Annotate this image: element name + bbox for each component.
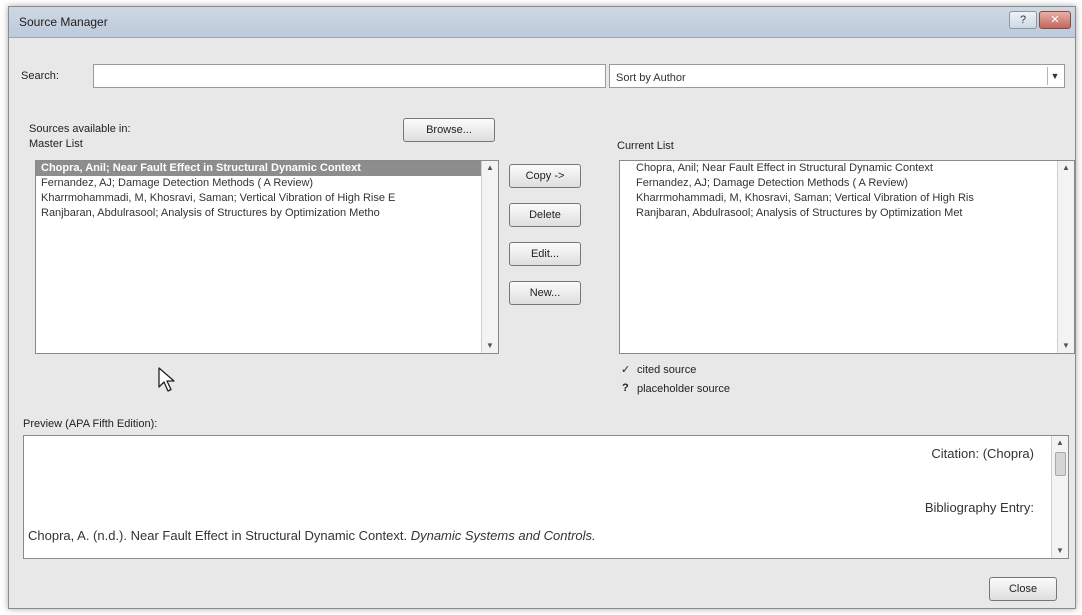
browse-button[interactable]: Browse...	[403, 118, 495, 142]
scroll-up-icon[interactable]: ▲	[482, 161, 498, 175]
citation-text: Citation: (Chopra)	[931, 446, 1034, 461]
scroll-up-icon[interactable]: ▲	[1058, 161, 1074, 175]
list-item[interactable]: Ranjbaran, Abdulrasool; Analysis of Stru…	[36, 206, 498, 221]
help-button[interactable]: ?	[1009, 11, 1037, 29]
sort-selected-value: Sort by Author	[616, 72, 686, 84]
source-manager-dialog: Source Manager ? ✕ Search: Sort by Autho…	[8, 6, 1076, 609]
new-button[interactable]: New...	[509, 281, 581, 305]
copy-button[interactable]: Copy ->	[509, 164, 581, 188]
dialog-title: Source Manager	[19, 15, 108, 29]
current-list[interactable]: Chopra, Anil; Near Fault Effect in Struc…	[619, 160, 1075, 354]
bibliography-entry-italic: Dynamic Systems and Controls.	[410, 528, 596, 543]
search-label: Search:	[21, 70, 59, 82]
list-item[interactable]: Kharrmohammadi, M, Khosravi, Saman; Vert…	[620, 191, 1074, 206]
search-field[interactable]	[93, 64, 606, 88]
bibliography-entry: Chopra, A. (n.d.). Near Fault Effect in …	[28, 528, 596, 543]
checkmark-icon: ✓	[621, 364, 631, 376]
bibliography-entry-text: Chopra, A. (n.d.). Near Fault Effect in …	[28, 528, 411, 543]
current-list-scrollbar[interactable]: ▲ ▼	[1057, 161, 1074, 353]
preview-label: Preview (APA Fifth Edition):	[23, 418, 158, 430]
chevron-down-icon[interactable]: ▼	[1047, 67, 1062, 85]
delete-button[interactable]: Delete	[509, 203, 581, 227]
sort-select[interactable]: Sort by Author ▼	[609, 64, 1065, 88]
edit-button[interactable]: Edit...	[509, 242, 581, 266]
mouse-pointer-icon	[158, 367, 175, 392]
scroll-down-icon[interactable]: ▼	[482, 339, 498, 353]
cited-source-legend: cited source	[637, 364, 697, 376]
master-list-label: Master List	[29, 138, 83, 150]
close-button[interactable]: Close	[989, 577, 1057, 601]
title-bar: Source Manager ? ✕	[9, 7, 1075, 38]
window-close-button[interactable]: ✕	[1039, 11, 1071, 29]
placeholder-source-legend: placeholder source	[637, 383, 730, 395]
master-list-scrollbar[interactable]: ▲ ▼	[481, 161, 498, 353]
sources-available-label: Sources available in:	[29, 123, 131, 135]
preview-scrollbar[interactable]: ▲ ▼	[1051, 436, 1068, 558]
search-input[interactable]	[94, 65, 605, 87]
scroll-thumb[interactable]	[1055, 452, 1066, 476]
list-item[interactable]: Fernandez, AJ; Damage Detection Methods …	[620, 176, 1074, 191]
bibliography-label: Bibliography Entry:	[924, 500, 1034, 515]
scroll-up-icon[interactable]: ▲	[1052, 436, 1068, 450]
list-item[interactable]: Chopra, Anil; Near Fault Effect in Struc…	[36, 161, 498, 176]
scroll-down-icon[interactable]: ▼	[1052, 544, 1068, 558]
list-item[interactable]: Chopra, Anil; Near Fault Effect in Struc…	[620, 161, 1074, 176]
list-item[interactable]: Fernandez, AJ; Damage Detection Methods …	[36, 176, 498, 191]
current-list-label: Current List	[617, 140, 674, 152]
list-item[interactable]: Ranjbaran, Abdulrasool; Analysis of Stru…	[620, 206, 1074, 221]
master-list[interactable]: Chopra, Anil; Near Fault Effect in Struc…	[35, 160, 499, 354]
preview-pane: Citation: (Chopra) Bibliography Entry: C…	[23, 435, 1069, 559]
list-item[interactable]: Kharrmohammadi, M, Khosravi, Saman; Vert…	[36, 191, 498, 206]
question-mark-icon: ?	[622, 382, 629, 394]
scroll-down-icon[interactable]: ▼	[1058, 339, 1074, 353]
